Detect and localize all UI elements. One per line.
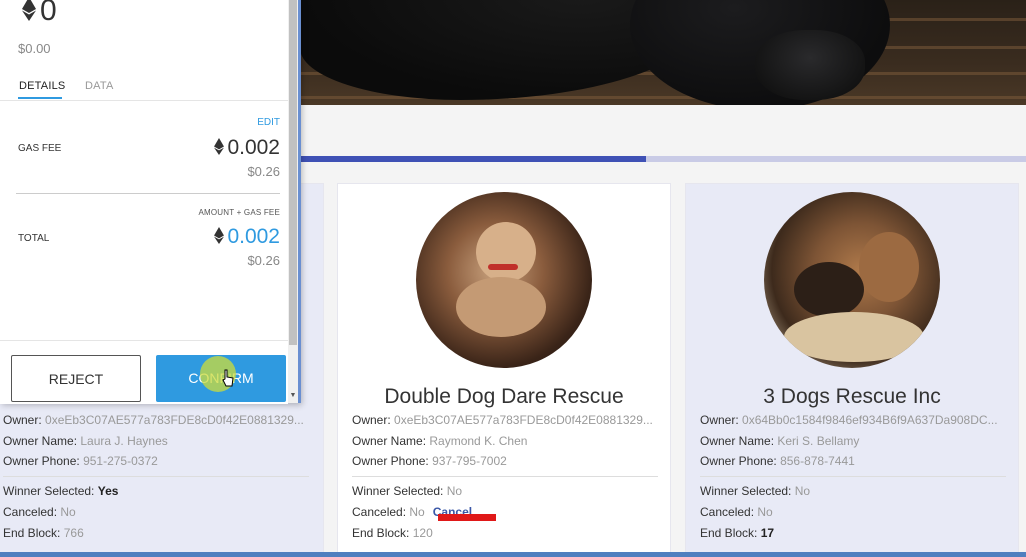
card-info: Owner: 0xeEb3C07AE577a783FDE8cD0f42E0881…	[3, 410, 309, 543]
divider	[16, 193, 280, 194]
amount-gas-label: AMOUNT + GAS FEE	[198, 208, 280, 217]
bottom-accent-bar	[0, 552, 1026, 557]
owner-name-row: Owner Name: Keri S. Bellamy	[700, 433, 860, 448]
total-label: TOTAL	[18, 233, 50, 244]
tab-data[interactable]: DATA	[85, 80, 114, 92]
campaign-card-3-dogs-rescue: 3 Dogs Rescue Inc Owner: 0x64Bb0c1584f98…	[685, 183, 1019, 555]
owner-phone-row: Owner Phone: 951-275-0372	[3, 454, 158, 469]
canceled-row: Canceled: No	[3, 504, 76, 519]
red-annotation-underline	[438, 514, 496, 521]
dog-photo-avatar	[416, 192, 592, 368]
amount-display: 0	[22, 0, 57, 29]
end-block-row: End Block: 17	[700, 525, 775, 540]
popup-scrollbar[interactable]: ▼	[288, 0, 298, 403]
progress-bar	[300, 156, 1026, 162]
dog-photo-avatar	[764, 192, 940, 368]
hero-dog-image	[300, 0, 1026, 105]
amount-value: 0	[40, 0, 57, 27]
card-title: Double Dog Dare Rescue	[384, 385, 624, 408]
end-block-row: End Block: 120	[352, 525, 433, 540]
wallet-confirm-popup: 0 $0.00 DETAILS DATA EDIT GAS FEE 0.002 …	[0, 0, 300, 404]
card-info: Owner: 0xeEb3C07AE577a783FDE8cD0f42E0881…	[352, 410, 658, 543]
winner-row: Winner Selected: No	[352, 484, 463, 499]
amount-usd: $0.00	[18, 41, 51, 56]
canceled-row: Canceled: No	[700, 504, 773, 519]
owner-row: Owner: 0xeEb3C07AE577a783FDE8cD0f42E0881…	[3, 413, 304, 427]
gas-fee-usd: $0.26	[247, 164, 280, 179]
owner-row: Owner: 0x64Bb0c1584f9846ef934B6f9A637Da9…	[700, 413, 998, 427]
scrollbar-thumb[interactable]	[289, 0, 297, 345]
total-eth: 0.002	[214, 225, 280, 249]
owner-phone-row: Owner Phone: 856-878-7441	[700, 454, 855, 469]
gas-fee-label: GAS FEE	[18, 143, 62, 154]
total-usd: $0.26	[247, 253, 280, 268]
reject-button[interactable]: REJECT	[11, 355, 141, 402]
owner-phone-row: Owner Phone: 937-795-7002	[352, 454, 507, 469]
tab-details[interactable]: DETAILS	[19, 80, 65, 92]
card-title: 3 Dogs Rescue Inc	[763, 385, 941, 408]
popup-footer: REJECT CONFIRM	[0, 340, 288, 404]
edit-gas-link[interactable]: EDIT	[257, 117, 280, 128]
progress-fill	[300, 156, 647, 162]
owner-row: Owner: 0xeEb3C07AE577a783FDE8cD0f42E0881…	[352, 413, 653, 427]
owner-name-row: Owner Name: Laura J. Haynes	[3, 433, 168, 448]
campaign-card-double-dog-dare: Double Dog Dare Rescue Owner: 0xeEb3C07A…	[337, 183, 671, 555]
canceled-row: Canceled: No Cancel	[352, 504, 473, 519]
owner-name-row: Owner Name: Raymond K. Chen	[352, 433, 528, 448]
ethereum-icon	[22, 0, 36, 29]
divider	[3, 476, 309, 478]
divider	[352, 476, 658, 478]
pointer-cursor-icon	[222, 369, 234, 387]
winner-row: Winner Selected: Yes	[3, 484, 119, 499]
details-tabs: DETAILS DATA	[0, 76, 288, 101]
scroll-down-arrow-icon[interactable]: ▼	[288, 392, 298, 399]
card-info: Owner: 0x64Bb0c1584f9846ef934B6f9A637Da9…	[700, 410, 1006, 543]
divider	[700, 476, 1006, 478]
details-panel: EDIT GAS FEE 0.002 $0.26 AMOUNT + GAS FE…	[0, 101, 288, 339]
active-tab-indicator	[18, 97, 62, 99]
gas-fee-eth: 0.002	[214, 136, 280, 160]
end-block-row: End Block: 766	[3, 525, 84, 540]
winner-row: Winner Selected: No	[700, 484, 811, 499]
